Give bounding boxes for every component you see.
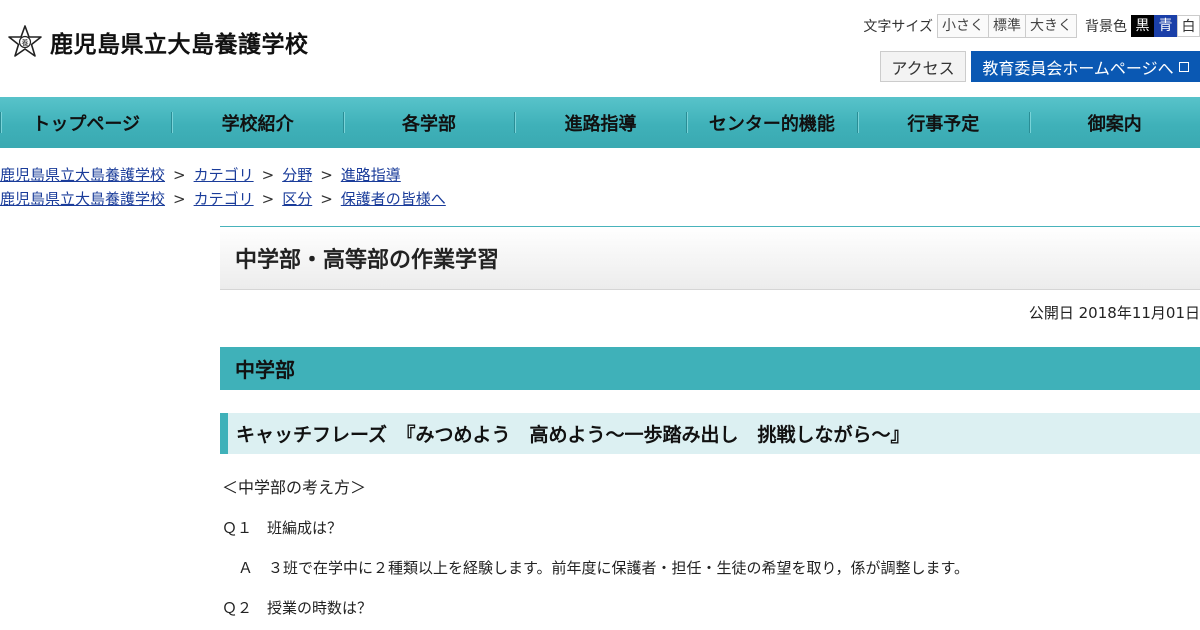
nav-guide[interactable]: 御案内 [1028,112,1200,135]
publish-date: 公開日 2018年11月01日 [1028,304,1200,322]
nav-center[interactable]: センター的機能 [685,112,857,135]
breadcrumb-sep: > [173,190,186,208]
nav-about[interactable]: 学校紹介 [171,112,342,135]
font-size-label: 文字サイズ [863,19,933,35]
breadcrumb-link[interactable]: 分野 [282,166,312,184]
font-size-large-button[interactable]: 大きく [1026,14,1077,38]
global-nav: トップページ 学校紹介 各学部 進路指導 センター的機能 行事予定 御案内 [0,97,1200,148]
paragraph: Ｑ２ 授業の時数は？ [222,599,373,617]
breadcrumb-row-2: 鹿児島県立大島養護学校 > カテゴリ > 区分 > 保護者の皆様へ [0,187,446,211]
nav-events[interactable]: 行事予定 [857,112,1028,135]
education-board-link[interactable]: 教育委員会ホームページへ [971,51,1200,82]
nav-career[interactable]: 進路指導 [514,112,685,135]
catchphrase-heading: キャッチフレーズ 『みつめよう 高めよう～一歩踏み出し 挑戦しながら～』 [220,413,1200,454]
breadcrumb-sep: > [320,190,333,208]
font-size-small-button[interactable]: 小さく [937,14,989,38]
breadcrumb-link[interactable]: 区分 [282,190,312,208]
bg-color-label: 背景色 [1085,19,1127,35]
breadcrumb-row-1: 鹿児島県立大島養護学校 > カテゴリ > 分野 > 進路指導 [0,163,446,187]
breadcrumb-sep: > [261,166,275,184]
svg-text:養: 養 [22,38,29,47]
access-button[interactable]: アクセス [880,51,966,82]
breadcrumb-sep: > [261,190,275,208]
school-emblem-icon: 養 [8,25,42,57]
bg-blue-button[interactable]: 青 [1154,15,1177,37]
paragraph: ＜中学部の考え方＞ [222,478,367,497]
site-title: 鹿児島県立大島養護学校 [50,32,309,58]
site-logo[interactable]: 養 鹿児島県立大島養護学校 [7,24,309,60]
section-heading: 中学部 [220,347,1200,390]
breadcrumb-link[interactable]: カテゴリ [194,190,254,208]
accessibility-tools: 文字サイズ 小さく 標準 大きく 背景色 黒 青 白 [863,14,1200,38]
breadcrumb-link[interactable]: 鹿児島県立大島養護学校 [0,166,165,184]
site-header: 養 鹿児島県立大島養護学校 文字サイズ 小さく 標準 大きく 背景色 黒 青 白… [0,0,1200,97]
breadcrumb-sep: > [173,166,186,184]
bg-black-button[interactable]: 黒 [1131,15,1154,37]
breadcrumb: 鹿児島県立大島養護学校 > カテゴリ > 分野 > 進路指導 鹿児島県立大島養護学校 > カテゴ… [0,163,446,211]
breadcrumb-link[interactable]: 進路指導 [341,166,401,184]
external-link-icon [1178,61,1189,72]
breadcrumb-link[interactable]: 保護者の皆様へ [341,190,446,208]
page-title: 中学部・高等部の作業学習 [220,226,1200,290]
breadcrumb-link[interactable]: 鹿児島県立大島養護学校 [0,190,165,208]
breadcrumb-link[interactable]: カテゴリ [194,166,254,184]
article: 中学部・高等部の作業学習 公開日 2018年11月01日 中学部 キャッチフレー… [220,226,1200,618]
education-board-label: 教育委員会ホームページへ [982,58,1174,78]
font-size-standard-button[interactable]: 標準 [989,14,1026,38]
paragraph: Ｑ１ 班編成は？ [222,519,343,537]
nav-departments[interactable]: 各学部 [342,112,514,135]
bg-white-button[interactable]: 白 [1177,15,1200,37]
paragraph: Ａ ３班で在学中に２種類以上を経験します。前年度に保護者・担任・生徒の希望を取り… [238,559,969,577]
nav-top[interactable]: トップページ [0,112,171,135]
breadcrumb-sep: > [320,166,333,184]
